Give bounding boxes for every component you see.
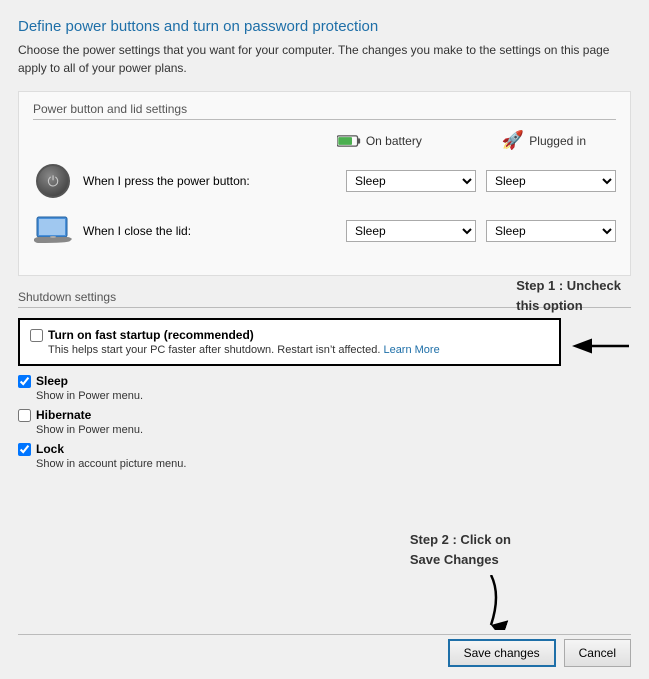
plugged-in-label: Plugged in xyxy=(529,134,586,148)
bottom-area: Step 2 : Click on Save Changes Save chan… xyxy=(18,530,631,667)
fast-startup-checkbox[interactable] xyxy=(30,329,43,342)
power-button-lid-section: Power button and lid settings On battery… xyxy=(18,91,631,276)
power-button-row: ⏻ When I press the power button: Sleep H… xyxy=(33,161,616,201)
step1-arrow-container xyxy=(571,331,631,361)
lock-item: Lock Show in account picture menu. xyxy=(18,442,631,470)
step2-arrow-container xyxy=(18,575,631,630)
power-button-icon: ⏻ xyxy=(36,164,70,198)
step2-annotation-container: Step 2 : Click on Save Changes xyxy=(18,530,631,575)
lock-sub: Show in account picture menu. xyxy=(18,458,631,470)
plugged-in-col: 🚀 Plugged in xyxy=(502,130,586,151)
on-battery-label: On battery xyxy=(366,134,422,148)
close-lid-label: When I close the lid: xyxy=(83,224,346,238)
lock-checkbox-row: Lock xyxy=(18,442,631,456)
lid-plugged-select[interactable]: Sleep Hibernate Shut down Do nothing Tur… xyxy=(486,220,616,242)
cancel-button[interactable]: Cancel xyxy=(564,639,631,667)
description-text: Choose the power settings that you want … xyxy=(18,41,631,77)
power-button-icon-wrapper: ⏻ xyxy=(33,161,73,201)
save-changes-button[interactable]: Save changes xyxy=(448,639,556,667)
hibernate-item: Hibernate Show in Power menu. xyxy=(18,408,631,436)
on-battery-col: On battery xyxy=(337,130,422,151)
hibernate-checkbox[interactable] xyxy=(18,409,31,422)
learn-more-link[interactable]: Learn More xyxy=(383,344,439,356)
fast-startup-checkbox-row: Turn on fast startup (recommended) xyxy=(30,328,549,342)
footer-buttons: Save changes Cancel xyxy=(18,634,631,667)
fast-startup-box: Turn on fast startup (recommended) This … xyxy=(18,318,561,366)
column-headers: On battery 🚀 Plugged in xyxy=(33,130,616,151)
fast-startup-wrapper: Turn on fast startup (recommended) This … xyxy=(18,318,631,374)
close-lid-row: When I close the lid: Sleep Hibernate Sh… xyxy=(33,211,616,251)
step2-annotation: Step 2 : Click on Save Changes xyxy=(410,530,511,569)
power-plugged-select[interactable]: Sleep Hibernate Shut down Do nothing Tur… xyxy=(486,170,616,192)
hibernate-checkbox-row: Hibernate xyxy=(18,408,631,422)
down-arrow-icon xyxy=(471,575,511,630)
sleep-checkbox[interactable] xyxy=(18,375,31,388)
lock-label: Lock xyxy=(36,442,64,456)
power-button-selects: Sleep Hibernate Shut down Do nothing Tur… xyxy=(346,170,616,192)
shutdown-section: Shutdown settings Turn on fast startup (… xyxy=(18,290,631,470)
power-button-section-header: Power button and lid settings xyxy=(33,102,616,120)
hibernate-label: Hibernate xyxy=(36,408,91,422)
plug-icon: 🚀 xyxy=(502,130,524,151)
battery-icon xyxy=(337,134,361,148)
left-arrow-icon xyxy=(571,331,631,361)
sleep-label: Sleep xyxy=(36,374,68,388)
fast-startup-subtext: This helps start your PC faster after sh… xyxy=(30,344,549,356)
power-battery-select[interactable]: Sleep Hibernate Shut down Do nothing Tur… xyxy=(346,170,476,192)
lid-selects: Sleep Hibernate Shut down Do nothing Tur… xyxy=(346,220,616,242)
hibernate-sub: Show in Power menu. xyxy=(18,424,631,436)
main-wrapper: Define power buttons and turn on passwor… xyxy=(18,18,631,667)
lock-checkbox[interactable] xyxy=(18,443,31,456)
fast-startup-label: Turn on fast startup (recommended) xyxy=(48,328,254,342)
sleep-checkbox-row: Sleep xyxy=(18,374,631,388)
lid-battery-select[interactable]: Sleep Hibernate Shut down Do nothing Tur… xyxy=(346,220,476,242)
step1-annotation: Step 1 : Uncheck this option xyxy=(516,276,621,315)
power-button-label: When I press the power button: xyxy=(83,174,346,188)
sleep-item: Sleep Show in Power menu. xyxy=(18,374,631,402)
lid-icon xyxy=(34,215,72,247)
power-symbol: ⏻ xyxy=(47,174,58,188)
sleep-sub: Show in Power menu. xyxy=(18,390,631,402)
lid-icon-wrapper xyxy=(33,211,73,251)
page-title: Define power buttons and turn on passwor… xyxy=(18,18,631,35)
